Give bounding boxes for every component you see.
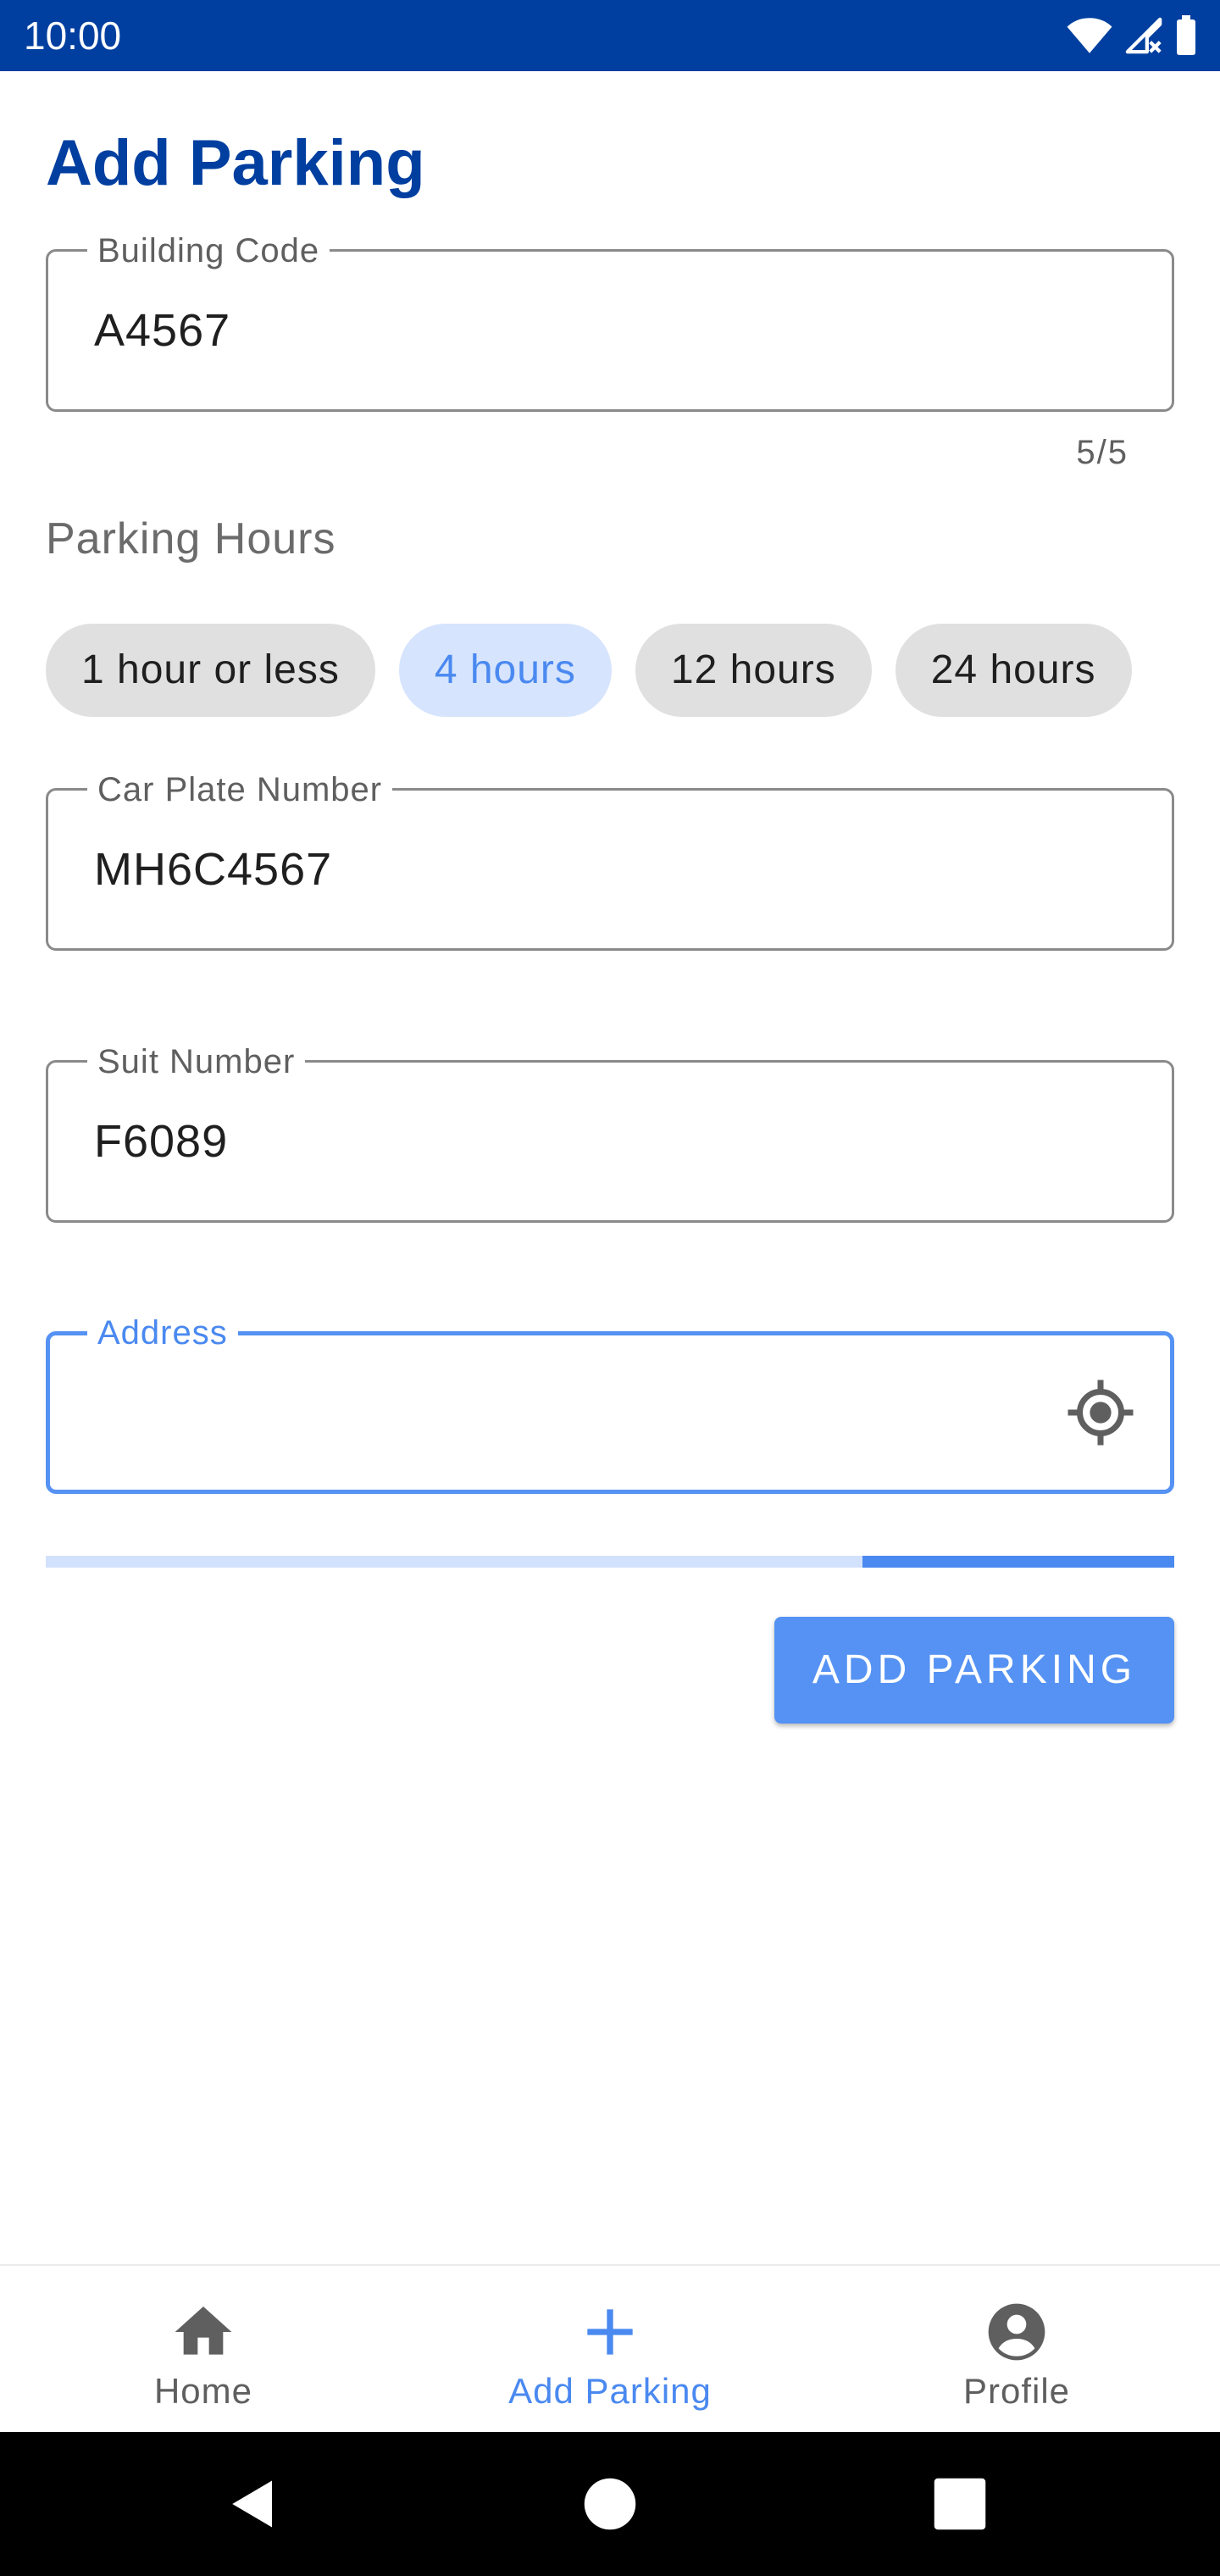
building-code-counter: 5/5	[1076, 434, 1128, 471]
nav-label-profile: Profile	[962, 2371, 1071, 2411]
page-title: Add Parking	[46, 127, 425, 199]
status-bar: 10:00	[0, 0, 1220, 71]
system-navigation-bar	[0, 2432, 1220, 2576]
car-plate-value[interactable]: MH6C4567	[94, 791, 332, 948]
nav-item-home[interactable]: Home	[0, 2266, 407, 2434]
building-code-field[interactable]: Building Code A4567	[46, 231, 1174, 412]
nav-label-home: Home	[153, 2371, 253, 2411]
nav-label-add-parking: Add Parking	[508, 2371, 712, 2411]
back-icon[interactable]	[225, 2476, 281, 2532]
chip-12-hours[interactable]: 12 hours	[635, 624, 872, 717]
parking-hours-chips: 1 hour or less 4 hours 12 hours 24 hours	[46, 624, 1132, 717]
nav-item-add-parking[interactable]: Add Parking	[407, 2266, 813, 2434]
home-circle-icon[interactable]	[582, 2476, 638, 2532]
suit-number-value[interactable]: F6089	[94, 1063, 228, 1220]
chip-1-hour-or-less[interactable]: 1 hour or less	[46, 624, 375, 717]
status-time: 10:00	[24, 14, 122, 58]
progress-bar	[46, 1556, 1174, 1568]
signal-icon	[1125, 17, 1162, 54]
nav-item-profile[interactable]: Profile	[813, 2266, 1220, 2434]
chip-24-hours[interactable]: 24 hours	[895, 624, 1132, 717]
car-plate-field[interactable]: Car Plate Number MH6C4567	[46, 770, 1174, 951]
building-code-value[interactable]: A4567	[94, 252, 230, 409]
add-icon	[587, 2309, 633, 2355]
add-parking-button[interactable]: ADD PARKING	[774, 1617, 1174, 1724]
wifi-icon	[1067, 18, 1112, 53]
battery-icon	[1177, 15, 1195, 55]
suit-number-field[interactable]: Suit Number F6089	[46, 1042, 1174, 1223]
chip-4-hours[interactable]: 4 hours	[398, 624, 612, 717]
address-field[interactable]: Address	[46, 1313, 1174, 1494]
bottom-navigation: Home Add Parking Profile	[0, 2264, 1220, 2434]
progress-indicator	[862, 1556, 1174, 1568]
address-label: Address	[87, 1313, 238, 1352]
home-icon	[175, 2307, 232, 2355]
my-location-icon[interactable]	[1065, 1377, 1136, 1448]
parking-hours-label: Parking Hours	[46, 514, 336, 564]
account-circle-icon	[988, 2303, 1045, 2361]
recents-icon[interactable]	[932, 2476, 988, 2532]
status-icons	[1066, 12, 1198, 59]
